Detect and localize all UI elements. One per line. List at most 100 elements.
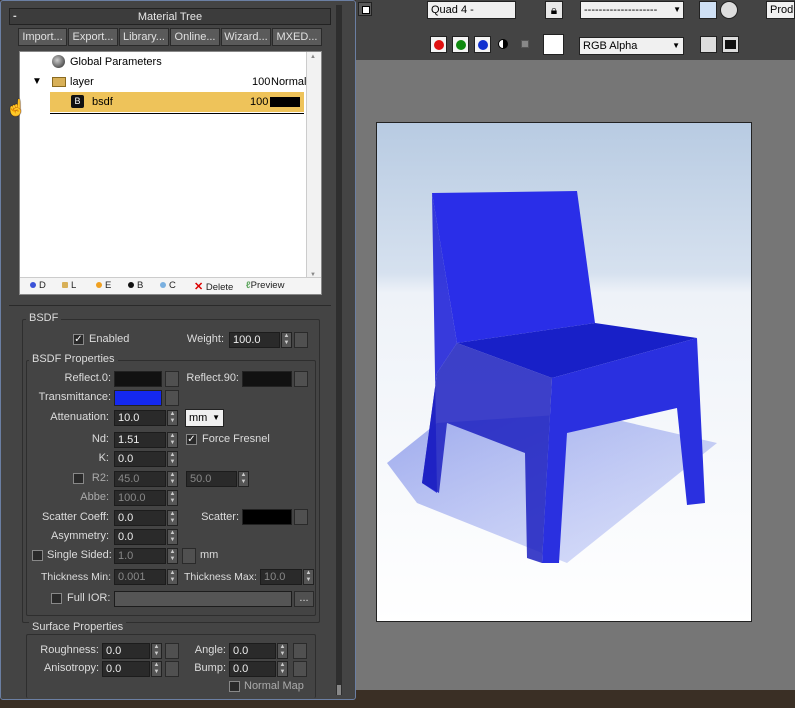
tree-item-layer[interactable]: ▼ layer 100 Normal [20, 72, 306, 92]
reflect90-swatch[interactable] [242, 371, 292, 387]
weight-map-button[interactable] [294, 332, 308, 348]
preview-button[interactable]: ℓPreview [246, 280, 284, 291]
thickness-min-field[interactable]: 0.001 [114, 569, 166, 585]
bump-map-button[interactable] [293, 661, 307, 677]
tree-item-global[interactable]: Global Parameters [20, 52, 306, 72]
preset-select[interactable]: -------------------- ▼ [580, 1, 684, 19]
anisotropy-field[interactable]: 0.0 [102, 661, 150, 677]
tree-legend-bar: D L E B C ✕ Delete ℓPreview [20, 277, 321, 294]
mxed-button[interactable]: MXED... [272, 28, 322, 46]
bump-field[interactable]: 0.0 [229, 661, 276, 677]
abbe-field[interactable]: 100.0 [114, 490, 166, 506]
reflect0-map-button[interactable] [165, 371, 179, 387]
asymmetry-field[interactable]: 0.0 [114, 529, 166, 545]
red-channel-button[interactable] [430, 36, 447, 53]
panel-scrollbar[interactable] [336, 5, 342, 695]
tree-item-bsdf[interactable]: B bsdf 100 [50, 92, 304, 112]
channel-select[interactable]: RGB Alpha ▼ [579, 37, 684, 55]
bump-label: Bump: [194, 662, 226, 674]
chevron-down-icon: ▼ [673, 2, 681, 18]
export-button[interactable]: Export... [68, 28, 118, 46]
thickness-max-field[interactable]: 10.0 [260, 569, 302, 585]
nd-field[interactable]: 1.51 [114, 432, 166, 448]
r2-spinner-a[interactable]: ▲ ▼ [167, 471, 178, 487]
thickness-max-spinner[interactable]: ▲ ▼ [303, 569, 314, 585]
roughness-field[interactable]: 0.0 [102, 643, 150, 659]
render-region-icon[interactable] [699, 1, 717, 19]
delete-button[interactable]: ✕ Delete [194, 280, 233, 293]
asymmetry-spinner[interactable]: ▲ ▼ [167, 529, 178, 545]
legend-b[interactable]: B [128, 280, 143, 291]
abbe-spinner[interactable]: ▲ ▼ [167, 490, 178, 506]
reflect0-swatch[interactable] [114, 371, 162, 387]
transmittance-swatch[interactable] [114, 390, 162, 406]
legend-d[interactable]: D [30, 280, 46, 291]
weight-spinner[interactable]: ▲ ▼ [281, 332, 292, 348]
roughness-map-button[interactable] [165, 643, 179, 659]
bsdf-properties-label: BSDF Properties [29, 353, 118, 365]
product-select[interactable]: Produ [766, 1, 795, 19]
k-field[interactable]: 0.0 [114, 451, 166, 467]
mono-channel-icon[interactable] [498, 39, 508, 49]
expand-arrow-icon[interactable]: ▼ [32, 72, 42, 92]
save-image-icon[interactable] [700, 36, 717, 53]
attenuation-field[interactable]: 10.0 [114, 410, 166, 426]
full-ior-checkbox[interactable] [51, 593, 62, 604]
nd-spinner[interactable]: ▲ ▼ [167, 432, 178, 448]
r2-field-a[interactable]: 45.0 [114, 471, 166, 487]
weight-field[interactable]: 100.0 [229, 332, 280, 348]
scroll-thumb[interactable] [337, 685, 341, 695]
single-sided-checkbox[interactable] [32, 550, 43, 561]
r2-spinner-b[interactable]: ▲ ▼ [238, 471, 249, 487]
enabled-checkbox[interactable]: ✓ [73, 334, 84, 345]
scroll-up-icon[interactable]: ▲ [310, 54, 316, 60]
display-icon[interactable] [722, 36, 739, 53]
full-ior-browse-button[interactable]: ... [294, 591, 314, 607]
blue-channel-button[interactable] [474, 36, 491, 53]
attenuation-unit-select[interactable]: mm ▼ [185, 409, 224, 427]
enabled-label: Enabled [89, 333, 130, 345]
background-color-swatch[interactable] [543, 34, 564, 55]
full-ior-field[interactable] [114, 591, 292, 607]
library-button[interactable]: Library... [119, 28, 169, 46]
gear-icon[interactable] [720, 1, 738, 19]
angle-map-button[interactable] [293, 643, 307, 659]
scatter-coeff-field[interactable]: 0.0 [114, 510, 166, 526]
bump-spinner[interactable]: ▲ ▼ [277, 661, 288, 677]
thickness-max-label: Thickness Max: [184, 571, 257, 583]
r2-field-b[interactable]: 50.0 [186, 471, 237, 487]
single-sided-spinner[interactable]: ▲ ▼ [167, 548, 178, 564]
import-button[interactable]: Import... [18, 28, 67, 46]
thickness-min-spinner[interactable]: ▲ ▼ [167, 569, 178, 585]
view-select[interactable]: Quad 4 - Perspec ▼ [427, 1, 516, 19]
lock-icon[interactable]: 🔒︎ [545, 1, 563, 19]
anisotropy-spinner[interactable]: ▲ ▼ [151, 661, 162, 677]
angle-spinner[interactable]: ▲ ▼ [277, 643, 288, 659]
rollout-title-bar[interactable]: - Material Tree [9, 8, 331, 25]
legend-e[interactable]: E [96, 280, 111, 291]
online-button[interactable]: Online... [170, 28, 220, 46]
window-icon[interactable] [358, 2, 372, 16]
wizard-button[interactable]: Wizard... [221, 28, 271, 46]
legend-c[interactable]: C [160, 280, 176, 291]
green-channel-button[interactable] [452, 36, 469, 53]
attenuation-spinner[interactable]: ▲ ▼ [167, 410, 178, 426]
single-sided-map-button[interactable] [182, 548, 196, 564]
alpha-channel-icon[interactable] [521, 40, 529, 48]
scatter-coeff-spinner[interactable]: ▲ ▼ [167, 510, 178, 526]
scatter-swatch[interactable] [242, 509, 292, 525]
single-sided-field[interactable]: 1.0 [114, 548, 166, 564]
k-spinner[interactable]: ▲ ▼ [167, 451, 178, 467]
anisotropy-map-button[interactable] [165, 661, 179, 677]
roughness-spinner[interactable]: ▲ ▼ [151, 643, 162, 659]
transmittance-label: Transmittance: [38, 391, 111, 403]
scatter-map-button[interactable] [294, 509, 308, 525]
legend-l[interactable]: L [62, 280, 76, 291]
normal-map-checkbox[interactable] [229, 681, 240, 692]
channel-select-value: RGB Alpha [583, 40, 638, 52]
force-fresnel-checkbox[interactable]: ✓ [186, 434, 197, 445]
transmittance-map-button[interactable] [165, 390, 179, 406]
tree-scrollbar[interactable]: ▲ ▼ [306, 52, 321, 280]
reflect90-map-button[interactable] [294, 371, 308, 387]
angle-field[interactable]: 0.0 [229, 643, 276, 659]
